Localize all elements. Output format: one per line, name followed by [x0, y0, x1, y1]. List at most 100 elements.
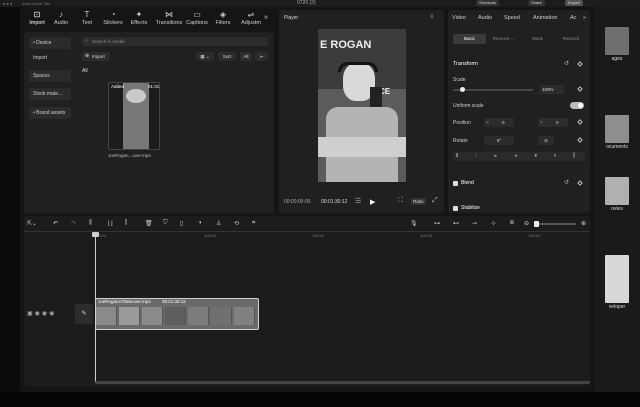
window-controls[interactable]: ● ● ● [3, 1, 12, 6]
tool-tab-filters[interactable]: ◈ Filters [209, 10, 237, 30]
tool-tab-adjustment[interactable]: ⇌ Adjustm [236, 10, 266, 30]
text-icon: T [84, 10, 90, 19]
keyframe-icon[interactable] [577, 86, 583, 92]
shield-icon[interactable]: ⛉ [163, 220, 168, 227]
fullscreen-crop-icon[interactable]: ⛶ [398, 197, 403, 205]
tab-video[interactable]: Video [452, 15, 466, 21]
sidebar-item-brand-assets[interactable]: • Brand assets [29, 107, 71, 119]
undo-icon[interactable]: ↶ [53, 220, 58, 227]
track-controls[interactable]: ▣◉◉◉ [27, 310, 56, 317]
tab-audio[interactable]: Audio [478, 15, 492, 21]
list-icon[interactable]: ☰ [355, 197, 361, 205]
keyframe-icon[interactable] [577, 61, 583, 67]
magnet-icon[interactable]: ⊷ [453, 220, 459, 227]
fit-icon[interactable]: ⧈ [510, 220, 514, 227]
tool-tab-transitions[interactable]: ⋈ Transitions [154, 10, 184, 30]
share-button[interactable]: Share [528, 0, 545, 6]
video-preview[interactable]: E ROGAN ENCE [318, 29, 406, 182]
segment-mask[interactable]: Mask [521, 34, 554, 44]
app-title: Auto Movie Title [22, 1, 51, 6]
segment-retouch[interactable]: Retouch [555, 34, 587, 44]
redo-icon[interactable]: ↷ [71, 220, 76, 227]
segment-basic[interactable]: Basic [453, 34, 486, 44]
desktop-folder[interactable]: ovies [598, 177, 636, 212]
expand-icon[interactable]: ⤢ [432, 197, 438, 205]
clip-duration: 00:01:30:12 [162, 299, 186, 304]
position-x-input[interactable]: X 0 [484, 118, 514, 127]
playhead-handle[interactable] [92, 232, 99, 237]
zoom-out-icon[interactable]: ⊖ [524, 220, 529, 227]
reset-icon[interactable]: ↺ [564, 179, 569, 186]
sidebar-item-import[interactable]: Import [33, 55, 47, 61]
scale-input[interactable]: 100% [540, 85, 564, 94]
sort-button[interactable]: Sort [218, 52, 236, 61]
split-left-icon[interactable]: ⌊⌋ [108, 220, 113, 227]
keyframe-icon[interactable] [577, 180, 583, 186]
snap-icon[interactable]: ⊸ [472, 220, 477, 227]
position-y-input[interactable]: Y 0 [538, 118, 568, 127]
view-mode-button[interactable]: ▦ ⌄ [196, 52, 214, 61]
filter-button[interactable]: ⩥ [255, 52, 268, 61]
alignment-toolbar[interactable]: ⫴ ⫶ ⫸ ⫷ ⫵ ⫲ ⫿ [453, 152, 585, 161]
tab-speed[interactable]: Speed [504, 15, 520, 21]
rotate-stepper[interactable]: ⊘ [538, 136, 554, 145]
rotate-icon[interactable]: ⟲ [234, 220, 239, 227]
keyframe-icon[interactable] [577, 137, 583, 143]
speed-icon[interactable]: ◑ [198, 220, 202, 226]
crop-frame-icon[interactable]: ▯ [180, 220, 183, 227]
link-icon[interactable]: ⊶ [434, 220, 440, 227]
tab-all[interactable]: All [82, 68, 88, 74]
segment-remove-bg[interactable]: Remove ... [487, 34, 520, 44]
all-filter-button[interactable]: All [240, 52, 252, 61]
sidebar-item-spaces[interactable]: Spaces [29, 70, 71, 82]
tool-tab-audio[interactable]: ♪ Audio [47, 10, 75, 30]
overlay-band [318, 137, 406, 157]
horizontal-scrollbar[interactable] [95, 381, 590, 384]
tool-tab-text[interactable]: T Text [73, 10, 101, 30]
search-input[interactable]: Search in media [82, 37, 268, 46]
select-tool-icon[interactable]: ⇱⌄ [27, 220, 37, 227]
media-item-thumbnail[interactable]: Added 01:31 [108, 82, 160, 150]
timeline-panel: ⇱⌄ ↶ ↷ ⫼ ⌊⌋ ⫿ 🗑 ⛉ ▯ ◑ ♙ ⟲ ⌗ 🎙 ⊶ ⊷ ⊸ ⊹ ⧈ … [24, 216, 590, 386]
stabilize-label: Stabilize [461, 205, 480, 211]
crop-icon[interactable]: ⌗ [252, 220, 255, 227]
desktop-folder[interactable]: veloper [598, 255, 636, 310]
export-button[interactable]: Export [565, 0, 583, 6]
uniform-scale-label: Uniform scale [453, 103, 484, 109]
reset-icon[interactable]: ↺ [564, 60, 569, 67]
more-tabs-chevron[interactable]: » [583, 15, 586, 21]
tool-tab-stickers[interactable]: ◔ Stickers [99, 10, 127, 30]
scale-slider-handle[interactable] [460, 87, 466, 92]
video-clip[interactable]: JoeRoganAITakeover.mp4 00:01:30:12 [95, 298, 259, 330]
desktop-folder[interactable]: ocuments [598, 115, 636, 150]
zoom-slider[interactable] [534, 223, 576, 225]
stabilize-checkbox[interactable] [453, 206, 458, 211]
more-tabs-button[interactable]: » [264, 14, 268, 21]
menu-icon[interactable]: ≡ [430, 14, 434, 20]
tool-tab-captions[interactable]: ▭ Captions [183, 10, 211, 30]
tab-more[interactable]: Ac [570, 15, 576, 21]
zoom-in-icon[interactable]: ⊕ [581, 220, 586, 227]
person-icon[interactable]: ♙ [216, 220, 221, 227]
desktop-folder[interactable]: ages [598, 27, 636, 62]
play-button[interactable]: ▶ [370, 198, 375, 206]
rotate-input[interactable]: 0° [484, 136, 514, 145]
delete-icon[interactable]: 🗑 [145, 220, 153, 227]
cover-edit-button[interactable]: ✎ [75, 304, 93, 324]
menu-bar: ● ● ● Auto Movie Title 0720 (3) Shortcut… [0, 0, 640, 7]
uniform-scale-toggle[interactable] [570, 102, 584, 109]
zoom-slider-handle[interactable] [534, 221, 539, 227]
shortcuts-button[interactable]: Shortcuts [476, 0, 499, 6]
sidebar-item-stock[interactable]: Stock mate... [29, 88, 71, 100]
sidebar-item-device[interactable]: • Device [29, 37, 71, 49]
microphone-icon[interactable]: 🎙 [410, 220, 418, 227]
tool-tab-effects[interactable]: ✦ Effects [125, 10, 153, 30]
keyframe-icon[interactable] [577, 119, 583, 125]
ratio-button[interactable]: Ratio [411, 198, 426, 205]
blend-checkbox[interactable] [453, 181, 458, 186]
tab-animation[interactable]: Animation [533, 15, 557, 21]
split-icon[interactable]: ⫼ [89, 220, 92, 227]
split-right-icon[interactable]: ⫿ [125, 220, 127, 227]
clip-frame [234, 307, 255, 325]
preview-axis-icon[interactable]: ⊹ [491, 220, 496, 227]
